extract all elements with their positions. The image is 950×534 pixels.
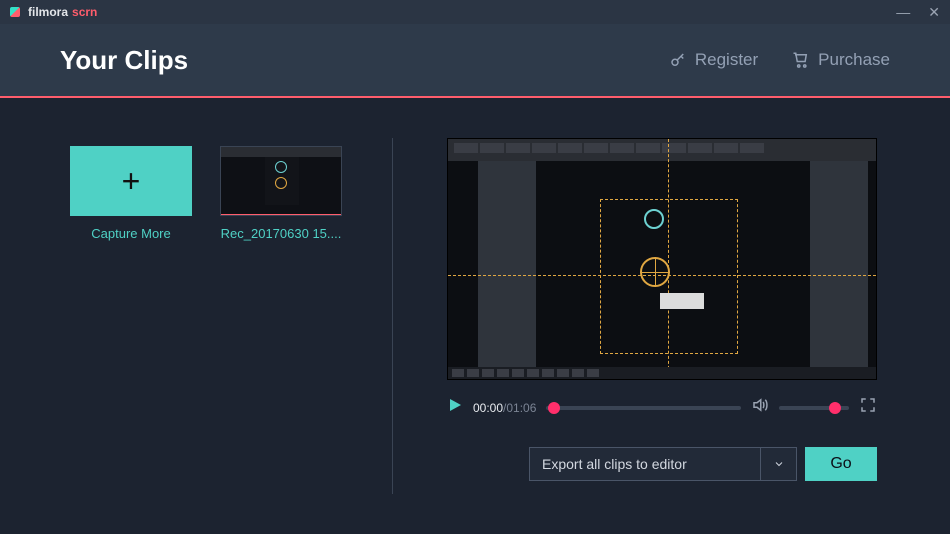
page-title: Your Clips [60,45,188,76]
titlebar: filmora scrn — ✕ [0,0,950,24]
brand-sub: scrn [72,5,97,19]
key-icon [669,51,687,69]
register-link[interactable]: Register [669,50,758,70]
go-button[interactable]: Go [805,447,877,481]
export-row: Export all clips to editor Go [447,447,877,481]
register-label: Register [695,50,758,70]
cart-icon [792,51,810,69]
minimize-button[interactable]: — [896,5,910,19]
capture-more-label: Capture More [91,226,170,241]
dropdown-arrow-button[interactable] [760,448,796,480]
play-icon [447,397,463,413]
close-button[interactable]: ✕ [928,5,940,19]
brand-main: filmora [28,5,68,19]
seek-slider[interactable] [546,406,741,410]
fullscreen-button[interactable] [859,396,877,419]
export-selected-label: Export all clips to editor [530,448,760,480]
clip-name: Rec_20170630 15.... [221,226,342,241]
total-time: 01:06 [506,401,536,415]
clip-item[interactable]: Rec_20170630 15.... [220,146,342,241]
seek-knob[interactable] [548,402,560,414]
purchase-label: Purchase [818,50,890,70]
capture-more-tile[interactable]: + [70,146,192,216]
play-button[interactable] [447,397,463,418]
time-display: 00:00/01:06 [473,401,536,415]
volume-slider[interactable] [779,406,849,410]
chevron-down-icon [773,458,785,470]
playback-controls: 00:00/01:06 [447,396,877,419]
current-time: 00:00 [473,401,503,415]
window-controls: — ✕ [896,5,940,19]
main: + Capture More Rec_20170630 15.... [0,98,950,534]
header: Your Clips Register Purchase [0,24,950,98]
volume-knob[interactable] [829,402,841,414]
clip-thumbnail[interactable] [220,146,342,216]
clips-row: + Capture More Rec_20170630 15.... [70,146,392,241]
export-dropdown[interactable]: Export all clips to editor [529,447,797,481]
video-preview[interactable] [447,138,877,380]
fullscreen-icon [859,396,877,414]
app-logo: filmora scrn [10,5,97,19]
clips-panel: + Capture More Rec_20170630 15.... [0,98,392,534]
purchase-link[interactable]: Purchase [792,50,890,70]
plus-icon: + [122,163,141,200]
header-actions: Register Purchase [669,50,890,70]
preview-panel: 00:00/01:06 Export all clips to editor [393,98,950,534]
speaker-icon [751,396,769,414]
logo-mark-icon [10,7,20,17]
volume-button[interactable] [751,396,769,419]
go-label: Go [830,455,851,473]
capture-more-item[interactable]: + Capture More [70,146,192,241]
